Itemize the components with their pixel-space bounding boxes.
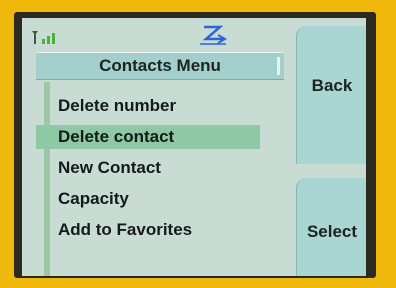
menu-item-new-contact[interactable]: New Contact xyxy=(36,156,260,180)
select-button-label: Select xyxy=(306,222,358,241)
menu-item-add-to-favorites[interactable]: Add to Favorites xyxy=(36,218,260,242)
select-button[interactable]: Select xyxy=(296,178,366,276)
back-button[interactable]: Back xyxy=(296,26,366,164)
menu-item-delete-contact[interactable]: Delete contact xyxy=(36,125,260,149)
back-button-label: Back xyxy=(311,76,353,95)
phone-screen: Contacts Menu Delete number Delete conta… xyxy=(22,18,366,276)
page-title: Contacts Menu xyxy=(99,56,221,75)
menu-item-capacity[interactable]: Capacity xyxy=(36,187,260,211)
menu-item-delete-number[interactable]: Delete number xyxy=(36,94,260,118)
network-z-icon xyxy=(200,25,228,45)
header-scroll-indicator xyxy=(277,57,280,75)
signal-strength-icon xyxy=(32,31,55,44)
menu-header: Contacts Menu xyxy=(36,52,284,80)
status-bar xyxy=(22,18,290,48)
